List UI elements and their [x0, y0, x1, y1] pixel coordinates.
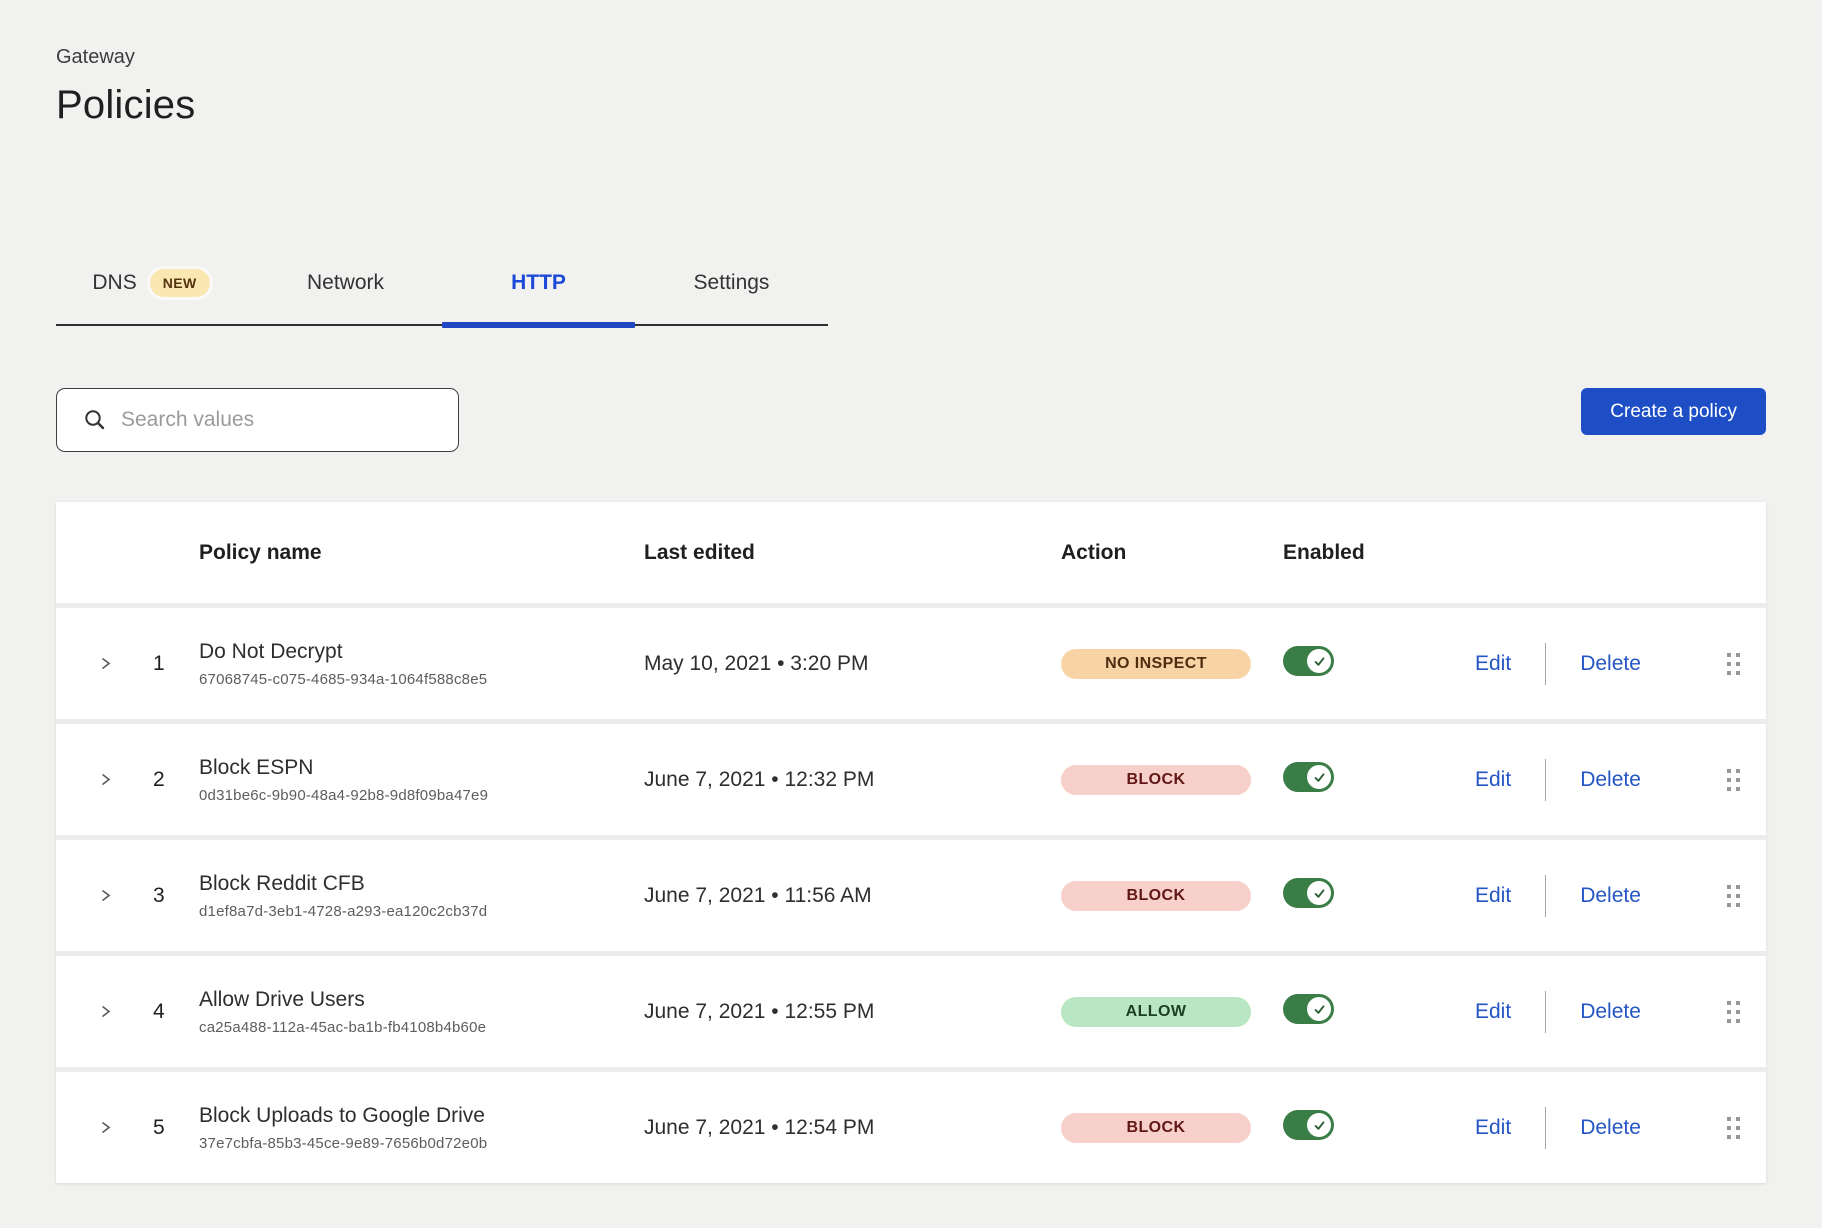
breadcrumb: Gateway: [56, 46, 1766, 69]
divider: [1545, 643, 1546, 685]
search-icon: [83, 408, 107, 432]
tab-dns[interactable]: DNS NEW: [56, 256, 249, 324]
page-title: Policies: [56, 83, 1766, 128]
drag-handle-icon[interactable]: [1723, 1113, 1744, 1143]
delete-button[interactable]: Delete: [1580, 1116, 1641, 1140]
expand-row-button[interactable]: [94, 768, 117, 791]
action-badge: ALLOW: [1061, 997, 1251, 1027]
chevron-right-icon: [98, 656, 113, 671]
table-body: 1 Do Not Decrypt 67068745-c075-4685-934a…: [56, 603, 1766, 1183]
action-badge: BLOCK: [1061, 881, 1251, 911]
delete-button[interactable]: Delete: [1580, 768, 1641, 792]
check-icon: [1313, 1119, 1326, 1132]
edit-button[interactable]: Edit: [1475, 1116, 1511, 1140]
row-number: 2: [131, 768, 199, 792]
policy-name: Block Reddit CFB: [199, 872, 644, 896]
tab-network-label: Network: [307, 271, 384, 295]
policy-name: Do Not Decrypt: [199, 640, 644, 664]
table-header-row: Policy name Last edited Action Enabled: [56, 502, 1766, 603]
check-icon: [1313, 771, 1326, 784]
edit-button[interactable]: Edit: [1475, 884, 1511, 908]
drag-handle-icon[interactable]: [1723, 765, 1744, 795]
table-row: 5 Block Uploads to Google Drive 37e7cbfa…: [56, 1067, 1766, 1183]
table-row: 4 Allow Drive Users ca25a488-112a-45ac-b…: [56, 951, 1766, 1067]
tab-network[interactable]: Network: [249, 256, 442, 324]
edit-button[interactable]: Edit: [1475, 768, 1511, 792]
tab-http[interactable]: HTTP: [442, 256, 635, 324]
chevron-right-icon: [98, 888, 113, 903]
policy-uuid: 37e7cbfa-85b3-45ce-9e89-7656b0d72e0b: [199, 1135, 644, 1152]
row-number: 3: [131, 884, 199, 908]
search-box[interactable]: [56, 388, 459, 452]
table-row: 3 Block Reddit CFB d1ef8a7d-3eb1-4728-a2…: [56, 835, 1766, 951]
last-edited: June 7, 2021 • 12:32 PM: [644, 768, 1061, 792]
policy-name: Allow Drive Users: [199, 988, 644, 1012]
chevron-right-icon: [98, 1120, 113, 1135]
tab-settings[interactable]: Settings: [635, 256, 828, 324]
last-edited: June 7, 2021 • 12:55 PM: [644, 1000, 1061, 1024]
row-number: 1: [131, 652, 199, 676]
expand-row-button[interactable]: [94, 652, 117, 675]
check-icon: [1313, 655, 1326, 668]
policy-uuid: 67068745-c075-4685-934a-1064f588c8e5: [199, 671, 644, 688]
tab-dns-label: DNS: [92, 271, 136, 295]
edit-button[interactable]: Edit: [1475, 652, 1511, 676]
header-enabled: Enabled: [1283, 541, 1475, 565]
tab-settings-label: Settings: [694, 271, 770, 295]
drag-handle-icon[interactable]: [1723, 997, 1744, 1027]
drag-handle-icon[interactable]: [1723, 649, 1744, 679]
action-badge: BLOCK: [1061, 765, 1251, 795]
table-row: 2 Block ESPN 0d31be6c-9b90-48a4-92b8-9d8…: [56, 719, 1766, 835]
enabled-toggle[interactable]: [1283, 1110, 1334, 1140]
delete-button[interactable]: Delete: [1580, 652, 1641, 676]
check-icon: [1313, 887, 1326, 900]
action-badge: NO INSPECT: [1061, 649, 1251, 679]
new-badge: NEW: [147, 266, 213, 300]
policy-uuid: d1ef8a7d-3eb1-4728-a293-ea120c2cb37d: [199, 903, 644, 920]
last-edited: June 7, 2021 • 11:56 AM: [644, 884, 1061, 908]
header-last-edited: Last edited: [644, 541, 1061, 565]
header-action: Action: [1061, 541, 1283, 565]
enabled-toggle[interactable]: [1283, 994, 1334, 1024]
tab-bar: DNS NEW Network HTTP Settings: [56, 256, 828, 326]
expand-row-button[interactable]: [94, 1116, 117, 1139]
policy-uuid: 0d31be6c-9b90-48a4-92b8-9d8f09ba47e9: [199, 787, 644, 804]
tab-http-label: HTTP: [511, 271, 566, 295]
divider: [1545, 759, 1546, 801]
action-badge: BLOCK: [1061, 1113, 1251, 1143]
enabled-toggle[interactable]: [1283, 762, 1334, 792]
enabled-toggle[interactable]: [1283, 878, 1334, 908]
divider: [1545, 991, 1546, 1033]
search-input[interactable]: [121, 408, 440, 432]
policy-name: Block ESPN: [199, 756, 644, 780]
divider: [1545, 875, 1546, 917]
expand-row-button[interactable]: [94, 1000, 117, 1023]
last-edited: May 10, 2021 • 3:20 PM: [644, 652, 1061, 676]
drag-handle-icon[interactable]: [1723, 881, 1744, 911]
gateway-policies-page: Gateway Policies DNS NEW Network HTTP Se…: [0, 0, 1822, 1183]
chevron-right-icon: [98, 1004, 113, 1019]
table-row: 1 Do Not Decrypt 67068745-c075-4685-934a…: [56, 603, 1766, 719]
delete-button[interactable]: Delete: [1580, 1000, 1641, 1024]
policies-table: Policy name Last edited Action Enabled 1…: [56, 502, 1766, 1183]
create-policy-button[interactable]: Create a policy: [1581, 388, 1766, 435]
policy-name: Block Uploads to Google Drive: [199, 1104, 644, 1128]
toolbar: Create a policy: [56, 388, 1766, 452]
edit-button[interactable]: Edit: [1475, 1000, 1511, 1024]
divider: [1545, 1107, 1546, 1149]
check-icon: [1313, 1003, 1326, 1016]
chevron-right-icon: [98, 772, 113, 787]
policy-uuid: ca25a488-112a-45ac-ba1b-fb4108b4b60e: [199, 1019, 644, 1036]
enabled-toggle[interactable]: [1283, 646, 1334, 676]
delete-button[interactable]: Delete: [1580, 884, 1641, 908]
row-number: 4: [131, 1000, 199, 1024]
last-edited: June 7, 2021 • 12:54 PM: [644, 1116, 1061, 1140]
expand-row-button[interactable]: [94, 884, 117, 907]
row-number: 5: [131, 1116, 199, 1140]
header-policy-name: Policy name: [199, 541, 644, 565]
